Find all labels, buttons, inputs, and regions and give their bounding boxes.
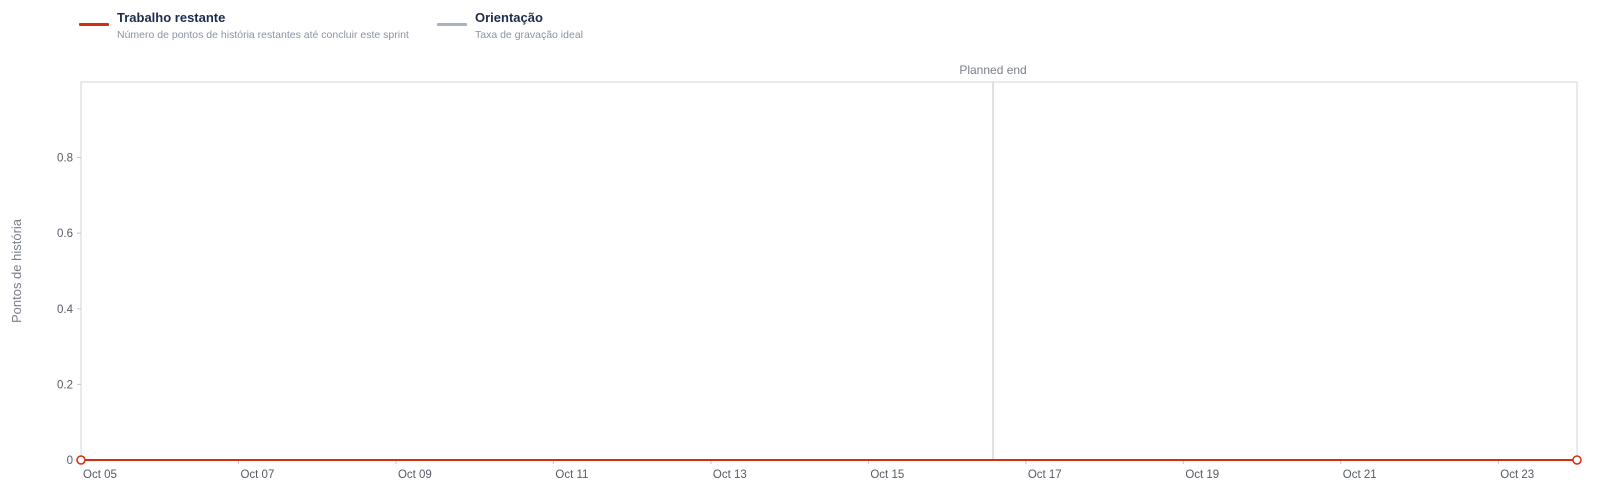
x-tick-label: Oct 05 — [83, 469, 117, 481]
plot-area-frame — [80, 81, 1578, 461]
x-tick-label: Oct 15 — [870, 469, 904, 481]
remaining-work-point — [1572, 455, 1582, 465]
planned-end-label: Planned end — [959, 63, 1026, 77]
x-tick-label: Oct 07 — [240, 469, 274, 481]
x-tick-label: Oct 13 — [713, 469, 747, 481]
y-tick-label: 0.2 — [57, 379, 73, 391]
x-tick-label: Oct 19 — [1185, 469, 1219, 481]
y-tick-label: 0.4 — [57, 304, 74, 316]
burndown-chart: 00.20.40.60.8 Oct 05 Oct 07 Oct 09 Oct 11 Oc… — [9, 63, 1582, 481]
y-tick-label: 0 — [67, 455, 73, 467]
x-tick-label: Oct 23 — [1500, 469, 1534, 481]
y-axis-title: Pontos de história — [9, 218, 24, 323]
x-axis: Oct 05 Oct 07 Oct 09 Oct 11 Oct 13 Oct 15 Oct … — [80, 460, 1534, 481]
x-tick-label: Oct 11 — [555, 469, 588, 481]
y-axis: 0 0.2 0.4 0.6 0.8 — [57, 153, 81, 467]
chart-annotations: Planned end — [959, 63, 1027, 460]
x-tick-label: Oct 21 — [1343, 469, 1377, 481]
y-tick-label: 0.6 — [57, 228, 73, 240]
y-tick-label: 0.8 — [57, 153, 73, 165]
x-tick-label: Oct 09 — [398, 469, 432, 481]
remaining-work-point — [76, 455, 86, 465]
chart-series — [76, 455, 1582, 465]
x-tick-label: Oct 17 — [1028, 469, 1062, 481]
